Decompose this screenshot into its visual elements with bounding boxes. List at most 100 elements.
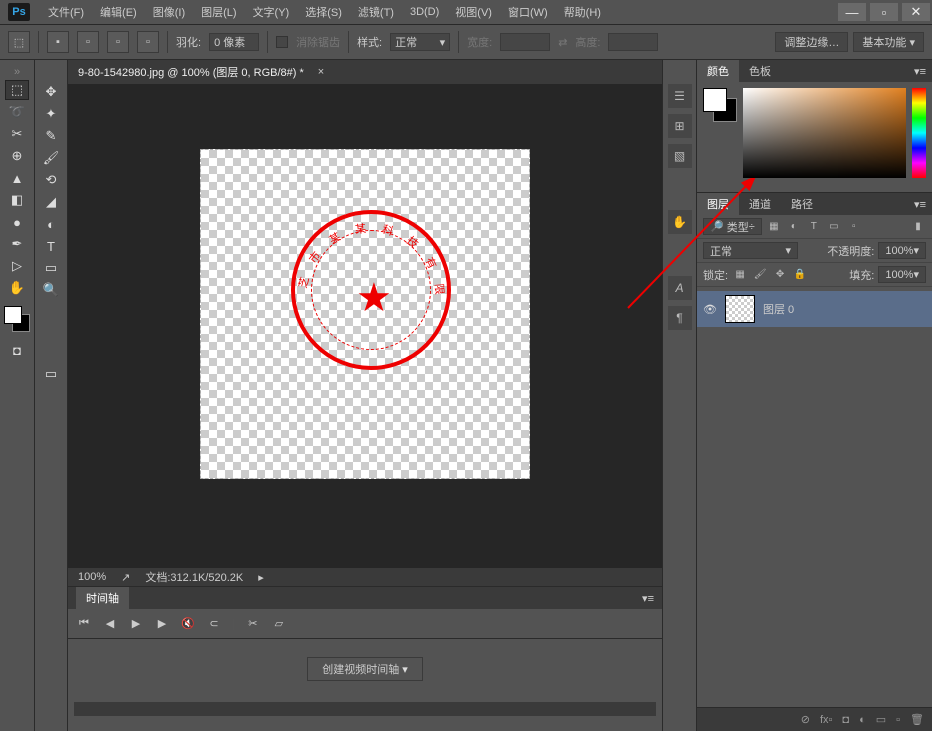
group-icon[interactable]: ▭ [876,713,886,726]
menu-help[interactable]: 帮助(H) [556,1,609,23]
filter-pixel-icon[interactable]: ▦ [766,219,782,235]
filter-toggle[interactable]: ▮ [910,219,926,235]
next-frame-icon[interactable]: ▶ [154,617,170,630]
menu-select[interactable]: 选择(S) [297,1,350,23]
visibility-icon[interactable]: 👁 [703,303,717,316]
filter-adjust-icon[interactable]: ◐ [786,219,802,235]
opacity-input[interactable]: 100% ▾ [878,242,926,259]
tab-layers[interactable]: 图层 [697,193,739,215]
pen-tool[interactable]: ✒ [5,234,29,254]
zoom-tool[interactable]: 🔍 [39,280,63,300]
fx-icon[interactable]: fx▫ [820,714,832,726]
minimize-button[interactable]: — [838,3,866,21]
dodge-tool[interactable]: ◐ [39,214,63,234]
close-button[interactable]: ✕ [902,3,930,21]
wand-tool[interactable]: ✦ [39,104,63,124]
eraser-tool[interactable]: ◧ [5,190,29,210]
canvas-viewport[interactable]: 芝 市 某 某 科 技 有 限 公 司 芝 市 某 某 科 技 有 限 公 司 [68,84,662,568]
new-selection-icon[interactable]: ▪ [47,31,69,53]
delete-layer-icon[interactable]: 🗑 [910,713,924,726]
lock-trans-icon[interactable]: ▦ [732,267,748,283]
add-selection-icon[interactable]: ▫ [77,31,99,53]
filter-type-icon[interactable]: T [806,219,822,235]
prev-frame-icon[interactable]: ◀ [102,617,118,630]
tab-swatches[interactable]: 色板 [739,60,781,82]
lasso-tool[interactable]: ➰ [5,102,29,122]
inter-selection-icon[interactable]: ▫ [137,31,159,53]
menu-3d[interactable]: 3D(D) [402,3,447,21]
mask-icon[interactable]: ◘ [842,714,849,726]
history-brush-tool[interactable]: ⟲ [39,170,63,190]
canvas[interactable]: 芝 市 某 某 科 技 有 限 公 司 芝 市 某 某 科 技 有 限 公 司 [200,149,530,479]
tab-color[interactable]: 颜色 [697,60,739,82]
first-frame-icon[interactable]: ⏮ [76,617,92,630]
document-close-icon[interactable]: × [318,66,324,78]
audio-icon[interactable]: 🔇 [180,617,196,630]
tab-timeline[interactable]: 时间轴 [76,587,129,609]
menu-image[interactable]: 图像(I) [145,1,193,23]
share-icon[interactable]: ↗ [121,571,130,584]
menu-view[interactable]: 视图(V) [447,1,500,23]
layers-panel-menu-icon[interactable]: ▾≡ [914,198,932,211]
menu-text[interactable]: 文字(Y) [245,1,298,23]
brush-tool[interactable]: 🖌 [39,148,63,168]
zoom-level[interactable]: 100% [78,571,106,583]
refine-edge-button[interactable]: 调整边缘… [775,32,848,52]
screenmode-icon[interactable]: ▭ [39,364,63,384]
filter-shape-icon[interactable]: ▭ [826,219,842,235]
layer-item[interactable]: 👁 图层 0 [697,291,932,327]
tab-channels[interactable]: 通道 [739,193,781,215]
eyedropper-tool[interactable]: ✎ [39,126,63,146]
crop-tool[interactable]: ✂ [5,124,29,144]
new-layer-icon[interactable]: ▫ [896,714,900,726]
maximize-button[interactable]: ▫ [870,3,898,21]
move-tool[interactable]: ✥ [39,82,63,102]
style-select[interactable]: 正常▾ [390,33,450,51]
type-tool[interactable]: T [39,236,63,256]
loop-icon[interactable]: ⊂ [206,617,222,630]
menu-window[interactable]: 窗口(W) [500,1,556,23]
menu-layer[interactable]: 图层(L) [193,1,244,23]
stamp-tool[interactable]: ▲ [5,168,29,188]
heal-tool[interactable]: ⊕ [5,146,29,166]
a-panel-icon[interactable]: A [668,276,692,300]
menu-file[interactable]: 文件(F) [40,1,92,23]
quickmask-icon[interactable]: ◘ [5,340,29,360]
layer-thumbnail[interactable] [725,295,755,323]
split-icon[interactable]: ✂ [245,617,261,630]
timeline-scrollbar[interactable] [74,702,656,716]
menu-filter[interactable]: 滤镜(T) [350,1,402,23]
color-picker[interactable] [743,88,906,178]
create-video-timeline-button[interactable]: 创建视频时间轴 ▾ [307,657,423,681]
hue-slider[interactable] [912,88,926,178]
lock-pos-icon[interactable]: ✥ [772,267,788,283]
brush-panel-icon[interactable]: ▧ [668,144,692,168]
color-panel-menu-icon[interactable]: ▾≡ [914,65,932,78]
foreground-background-swatch[interactable] [4,306,30,332]
blur-tool[interactable]: ● [5,212,29,232]
filter-kind-select[interactable]: 🔎 类型 ÷ [703,218,762,235]
shape-tool[interactable]: ▭ [39,258,63,278]
blend-mode-select[interactable]: 正常▾ [703,242,798,259]
filter-smart-icon[interactable]: ▫ [846,219,862,235]
color-fgbg-swatch[interactable] [703,88,737,122]
fill-input[interactable]: 100% ▾ [878,266,926,283]
play-icon[interactable]: ▶ [128,617,144,630]
menu-edit[interactable]: 编辑(E) [92,1,145,23]
hand-tool[interactable]: ✋ [5,278,29,298]
properties-panel-icon[interactable]: ⊞ [668,114,692,138]
tab-paths[interactable]: 路径 [781,193,823,215]
adjustment-icon[interactable]: ◐ [859,714,866,726]
workspace-select[interactable]: 基本功能 ▾ [853,32,924,52]
char-panel-icon[interactable]: ✋ [668,210,692,234]
para-panel-icon[interactable]: ¶ [668,306,692,330]
lock-paint-icon[interactable]: 🖌 [752,267,768,283]
document-tab[interactable]: 9-80-1542980.jpg @ 100% (图层 0, RGB/8#) * [78,64,314,80]
transition-icon[interactable]: ▱ [271,617,287,630]
feather-input[interactable] [209,33,259,51]
link-layers-icon[interactable]: ⊘ [801,713,810,726]
lock-all-icon[interactable]: 🔒 [792,267,808,283]
status-arrow-icon[interactable]: ▸ [258,571,264,584]
sub-selection-icon[interactable]: ▫ [107,31,129,53]
marquee-tool[interactable]: ⬚ [5,80,29,100]
